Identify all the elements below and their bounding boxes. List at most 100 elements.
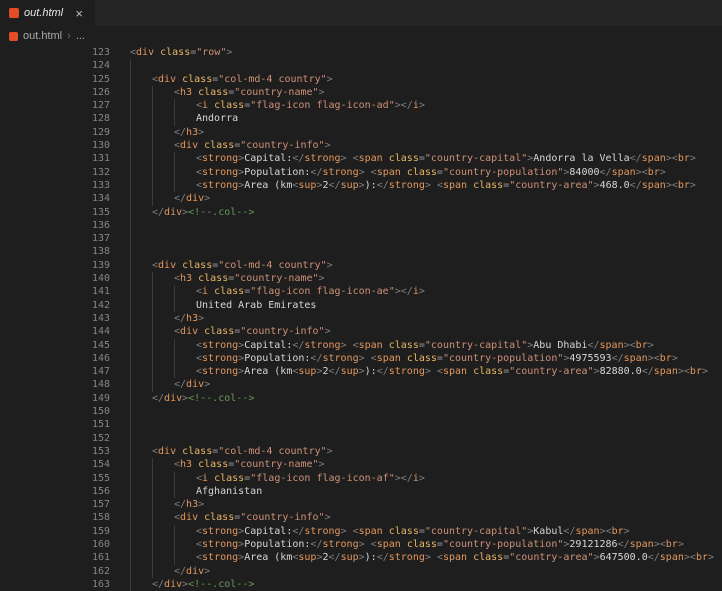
- code-line[interactable]: 157 </h3>: [0, 498, 722, 512]
- line-number[interactable]: 127: [0, 99, 118, 112]
- line-number[interactable]: 130: [0, 139, 118, 152]
- code-line[interactable]: 138: [0, 245, 722, 259]
- code-line[interactable]: 153 <div class="col-md-4 country">: [0, 444, 722, 459]
- indent-guide: [174, 537, 175, 552]
- code-line[interactable]: 133 <strong>Area (km<sup>2</sup>):</stron…: [0, 178, 722, 193]
- code-line[interactable]: 127 <i class="flag-icon flag-icon-ad"></i…: [0, 99, 722, 113]
- line-number[interactable]: 143: [0, 312, 118, 325]
- code-line[interactable]: 132 <strong>Population:</strong> <span cl…: [0, 165, 722, 179]
- line-number[interactable]: 146: [0, 352, 118, 365]
- line-number[interactable]: 135: [0, 206, 118, 219]
- code-line[interactable]: 130 <div class="country-info">: [0, 139, 722, 153]
- line-number[interactable]: 142: [0, 299, 118, 312]
- code-text: <strong>Area (km<sup>2</sup>):</strong> …: [118, 551, 722, 565]
- line-number[interactable]: 144: [0, 325, 118, 338]
- line-number[interactable]: 148: [0, 378, 118, 391]
- line-number[interactable]: 123: [0, 46, 118, 59]
- line-number[interactable]: 139: [0, 259, 118, 272]
- line-number[interactable]: 140: [0, 272, 118, 285]
- code-editor[interactable]: 123 <div class="row"> 124 125 <div class="co…: [0, 46, 722, 591]
- code-line[interactable]: 150: [0, 405, 722, 419]
- code-line[interactable]: 163 </div><!--.col-->: [0, 577, 722, 591]
- line-number[interactable]: 153: [0, 445, 118, 458]
- code-line[interactable]: 148 </div>: [0, 378, 722, 392]
- line-number[interactable]: 132: [0, 166, 118, 179]
- indent-guide: [174, 351, 175, 366]
- line-number[interactable]: 125: [0, 73, 118, 86]
- line-number[interactable]: 145: [0, 339, 118, 352]
- code-line[interactable]: 135 </div><!--.col-->: [0, 205, 722, 219]
- line-number[interactable]: 126: [0, 86, 118, 99]
- code-line[interactable]: 129 </h3>: [0, 125, 722, 140]
- line-number[interactable]: 133: [0, 179, 118, 192]
- code-line[interactable]: 140 <h3 class="country-name">: [0, 272, 722, 286]
- code-text: <h3 class="country-name">: [118, 85, 722, 100]
- code-line[interactable]: 137: [0, 232, 722, 246]
- code-line[interactable]: 158 <div class="country-info">: [0, 511, 722, 525]
- line-number[interactable]: 131: [0, 152, 118, 165]
- line-number[interactable]: 149: [0, 392, 118, 405]
- line-number[interactable]: 150: [0, 405, 118, 418]
- code-line[interactable]: 160 <strong>Population:</strong> <span cl…: [0, 537, 722, 552]
- breadcrumb-item-ellipsis[interactable]: ...: [76, 30, 85, 42]
- line-number[interactable]: 163: [0, 578, 118, 591]
- line-number[interactable]: 160: [0, 538, 118, 551]
- code-line[interactable]: 159 <strong>Capital:</strong> <span class…: [0, 524, 722, 538]
- code-line[interactable]: 136: [0, 218, 722, 233]
- line-number[interactable]: 151: [0, 418, 118, 431]
- line-number[interactable]: 137: [0, 232, 118, 245]
- indent-guide: [130, 484, 131, 499]
- indent-guide: [152, 178, 153, 193]
- line-number[interactable]: 158: [0, 511, 118, 524]
- code-text: </div>: [118, 192, 722, 206]
- line-number[interactable]: 155: [0, 472, 118, 485]
- line-number[interactable]: 161: [0, 551, 118, 564]
- code-lines: 123 <div class="row"> 124 125 <div class="co…: [0, 46, 722, 591]
- code-line[interactable]: 151: [0, 418, 722, 432]
- code-line[interactable]: 146 <strong>Population:</strong> <span cl…: [0, 351, 722, 366]
- line-number[interactable]: 124: [0, 59, 118, 72]
- line-number[interactable]: 147: [0, 365, 118, 378]
- code-line[interactable]: 142 United Arab Emirates: [0, 298, 722, 312]
- line-number[interactable]: 129: [0, 126, 118, 139]
- line-number[interactable]: 156: [0, 485, 118, 498]
- line-number[interactable]: 136: [0, 219, 118, 232]
- code-line[interactable]: 124: [0, 59, 722, 73]
- line-number[interactable]: 128: [0, 112, 118, 125]
- indent-guide: [174, 471, 175, 485]
- tab-out-html[interactable]: out.html ×: [0, 0, 97, 26]
- line-number[interactable]: 157: [0, 498, 118, 511]
- code-line[interactable]: 145 <strong>Capital:</strong> <span class…: [0, 338, 722, 352]
- code-line[interactable]: 162 </div>: [0, 564, 722, 578]
- line-number[interactable]: 159: [0, 525, 118, 538]
- code-text: <strong>Area (km<sup>2</sup>):</strong> …: [118, 178, 722, 193]
- code-line[interactable]: 161 <strong>Area (km<sup>2</sup>):</stron…: [0, 551, 722, 565]
- line-number[interactable]: 162: [0, 565, 118, 578]
- code-text: </h3>: [118, 498, 722, 512]
- code-line[interactable]: 125 <div class="col-md-4 country">: [0, 72, 722, 86]
- code-line[interactable]: 156 Afghanistan: [0, 484, 722, 499]
- line-number[interactable]: 152: [0, 432, 118, 445]
- code-line[interactable]: 155 <i class="flag-icon flag-icon-af"></i…: [0, 471, 722, 485]
- code-line[interactable]: 128 Andorra: [0, 112, 722, 126]
- code-line[interactable]: 143 </h3>: [0, 311, 722, 326]
- code-line[interactable]: 152: [0, 431, 722, 445]
- code-line[interactable]: 131 <strong>Capital:</strong> <span class…: [0, 152, 722, 166]
- code-line[interactable]: 139 <div class="col-md-4 country">: [0, 258, 722, 273]
- line-number[interactable]: 154: [0, 458, 118, 471]
- breadcrumb-item-file[interactable]: out.html: [23, 30, 62, 42]
- code-line[interactable]: 154 <h3 class="country-name">: [0, 458, 722, 472]
- code-line[interactable]: 147 <strong>Area (km<sup>2</sup>):</stron…: [0, 365, 722, 379]
- line-number[interactable]: 138: [0, 245, 118, 258]
- code-line[interactable]: 141 <i class="flag-icon flag-icon-ae"></i…: [0, 285, 722, 299]
- indent-guide: [130, 258, 131, 273]
- code-text: </div><!--.col-->: [118, 577, 722, 591]
- code-line[interactable]: 134 </div>: [0, 192, 722, 206]
- line-number[interactable]: 134: [0, 192, 118, 205]
- code-line[interactable]: 126 <h3 class="country-name">: [0, 85, 722, 100]
- code-line[interactable]: 144 <div class="country-info">: [0, 325, 722, 339]
- line-number[interactable]: 141: [0, 285, 118, 298]
- close-icon[interactable]: ×: [72, 7, 86, 20]
- code-line[interactable]: 123 <div class="row">: [0, 46, 722, 59]
- code-line[interactable]: 149 </div><!--.col-->: [0, 391, 722, 406]
